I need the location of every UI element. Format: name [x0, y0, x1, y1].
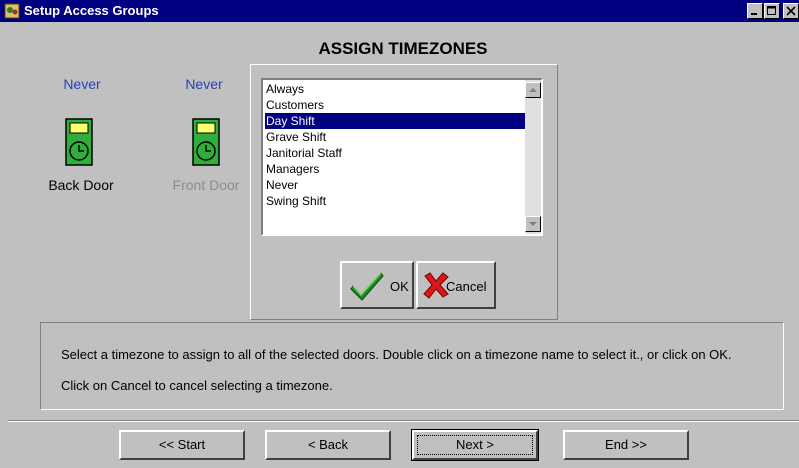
ok-button-label: OK — [390, 279, 409, 294]
instruction-line-1: Select a timezone to assign to all of th… — [61, 347, 732, 362]
app-icon — [4, 3, 20, 19]
next-button[interactable]: Next > — [411, 429, 539, 461]
checkmark-icon — [350, 272, 384, 301]
window-title: Setup Access Groups — [24, 3, 159, 18]
divider — [8, 420, 799, 422]
timezone-listbox[interactable]: Always Customers Day Shift Grave Shift J… — [261, 78, 543, 236]
back-button[interactable]: < Back — [265, 430, 391, 460]
scroll-up-icon — [529, 88, 537, 92]
timezone-item[interactable]: Swing Shift — [265, 193, 526, 209]
maximize-button[interactable] — [764, 3, 780, 19]
timezone-item[interactable]: Customers — [265, 97, 526, 113]
scroll-down-button[interactable] — [525, 216, 541, 232]
instruction-line-2: Click on Cancel to cancel selecting a ti… — [61, 378, 333, 393]
close-button[interactable] — [783, 3, 799, 19]
instructions-panel: Select a timezone to assign to all of th… — [40, 322, 784, 410]
maximize-icon — [767, 6, 776, 15]
cancel-button[interactable]: Cancel — [416, 261, 496, 309]
end-button[interactable]: End >> — [563, 430, 689, 460]
title-bar: Setup Access Groups — [0, 0, 799, 22]
timezone-panel: Always Customers Day Shift Grave Shift J… — [250, 64, 558, 320]
minimize-icon — [751, 13, 757, 15]
timezone-item-selected[interactable]: Day Shift — [265, 113, 526, 129]
timezone-item[interactable]: Never — [265, 177, 526, 193]
timezone-item[interactable]: Janitorial Staff — [265, 145, 526, 161]
timezone-item[interactable]: Grave Shift — [265, 129, 526, 145]
timezone-item[interactable]: Managers — [265, 161, 526, 177]
back-door-icon[interactable] — [65, 118, 93, 166]
close-icon — [786, 6, 796, 16]
cancel-button-label: Cancel — [446, 279, 487, 294]
timezone-item[interactable]: Always — [265, 81, 526, 97]
scroll-down-icon — [529, 222, 537, 226]
page-heading: ASSIGN TIMEZONES — [318, 39, 488, 58]
back-door-status: Never — [63, 76, 101, 92]
minimize-button[interactable] — [747, 3, 763, 19]
start-button[interactable]: << Start — [119, 430, 245, 460]
front-door-icon[interactable] — [192, 118, 220, 166]
listbox-scrollbar[interactable] — [525, 80, 541, 234]
scroll-up-button[interactable] — [525, 82, 541, 98]
back-door-label: Back Door — [48, 177, 114, 193]
ok-button[interactable]: OK — [340, 261, 414, 309]
setup-access-groups-window: Setup Access Groups ASSIGN TIMEZONES Nev… — [0, 0, 799, 468]
front-door-label: Front Door — [172, 177, 240, 193]
next-button-label: Next > — [456, 437, 494, 452]
front-door-status: Never — [185, 76, 223, 92]
